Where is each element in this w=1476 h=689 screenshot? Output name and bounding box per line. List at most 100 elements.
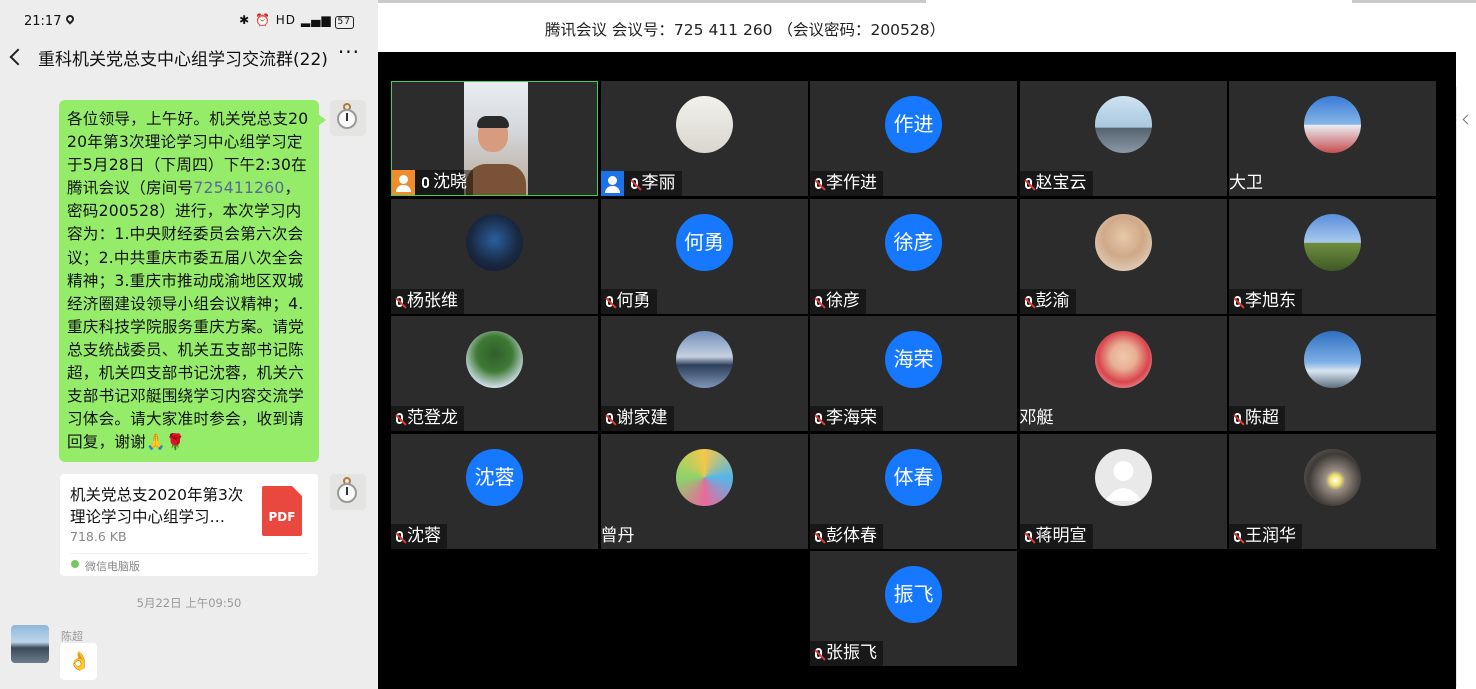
chat-title: 重科机关党总支中心组学习交流群(22) xyxy=(38,50,328,70)
participant-nametag: 何勇 xyxy=(600,288,657,314)
participant-tile[interactable]: 振飞 张振飞 xyxy=(810,551,1017,666)
mic-muted-icon xyxy=(396,530,403,542)
divider xyxy=(70,553,308,554)
mic-muted-icon xyxy=(1024,295,1032,307)
participant-nametag: 彭渝 xyxy=(1019,288,1076,314)
baby-image xyxy=(1094,331,1152,388)
participant-nametag: 李海荣 xyxy=(810,406,883,431)
mic-muted-icon xyxy=(815,295,822,307)
sunset-image xyxy=(675,331,733,388)
participant-avatar xyxy=(675,331,733,388)
participant-nametag: 李丽 xyxy=(600,171,682,196)
participant-name: 大卫 xyxy=(1229,173,1263,193)
city-image xyxy=(1094,96,1152,153)
chevron-left-icon[interactable] xyxy=(1462,114,1473,125)
participant-nametag: 王润华 xyxy=(1229,523,1302,549)
participant-tile[interactable]: 海荣 李海荣 xyxy=(810,316,1017,431)
participant-nametag: 邓艇 xyxy=(1020,406,1060,431)
participant-tile[interactable]: 何勇 何勇 xyxy=(600,198,808,314)
participant-nametag: 范登龙 xyxy=(391,406,464,431)
participant-tile[interactable]: 作进 李作进 xyxy=(810,81,1017,196)
file-message[interactable]: 机关党总支2020年第3次理论学习中心组学习… 718.6 KB PDF 微信电… xyxy=(60,474,318,576)
participant-tile[interactable]: 体春 彭体春 xyxy=(810,433,1017,549)
participant-tile[interactable]: 彭渝 xyxy=(1019,198,1227,314)
video-hair xyxy=(477,116,509,128)
participant-tile[interactable]: 赵宝云 xyxy=(1019,81,1227,196)
meeting-title: 腾讯会议 会议号：725 411 260 （会议密码：200528） xyxy=(545,21,946,39)
mic-muted-icon xyxy=(396,295,403,307)
participant-name: 徐彦 xyxy=(826,290,860,311)
message-bubble[interactable]: 各位领导，上午好。机关党总支2020年第3次理论学习中心组学习定于5月28日（下… xyxy=(59,100,326,462)
participant-tile[interactable]: 范登龙 xyxy=(391,316,598,431)
participant-tile[interactable]: 蒋明宣 xyxy=(1019,433,1227,549)
participant-name: 邓艇 xyxy=(1019,408,1054,428)
avatar[interactable] xyxy=(330,474,366,510)
participant-tile[interactable]: 杨张维 xyxy=(391,198,598,314)
participant-tile[interactable]: 李丽 xyxy=(600,81,808,196)
participant-tile[interactable]: 沈蓉 沈蓉 xyxy=(391,433,598,549)
title-bar-edge xyxy=(1352,0,1476,3)
participant-name: 沈晓 xyxy=(433,172,467,192)
mic-muted-icon xyxy=(396,413,403,424)
participant-name: 何勇 xyxy=(616,290,651,311)
participant-nametag: 沈蓉 xyxy=(391,523,447,549)
participant-tile[interactable]: 谢家建 xyxy=(600,316,808,431)
mic-muted-icon xyxy=(605,295,613,307)
person-image xyxy=(1304,96,1361,153)
participant-avatar: 体春 xyxy=(885,448,942,506)
mic-muted-icon xyxy=(815,648,822,659)
participant-avatar xyxy=(1094,448,1152,506)
mic-muted-icon xyxy=(630,178,638,189)
mic-muted-icon xyxy=(1024,178,1032,189)
portrait-image xyxy=(1094,213,1152,271)
participant-avatar xyxy=(1094,96,1152,153)
participant-tile[interactable]: 王润华 xyxy=(1229,433,1436,549)
participant-nametag: 蒋明宣 xyxy=(1019,523,1093,549)
participant-avatar: 振飞 xyxy=(885,566,942,623)
title-bar-edge xyxy=(378,0,926,3)
participant-tile[interactable]: 大卫 xyxy=(1229,81,1436,196)
room-number-link[interactable]: 725411260 xyxy=(193,179,284,197)
host-badge-icon xyxy=(600,171,624,196)
tree-image xyxy=(466,331,523,388)
mic-muted-icon xyxy=(815,413,822,424)
participant-name: 曾丹 xyxy=(600,525,635,546)
participant-nametag: 彭体春 xyxy=(810,523,883,549)
participant-avatar xyxy=(1094,213,1152,271)
mic-icon xyxy=(422,177,429,188)
avatar-hand xyxy=(346,487,348,495)
participant-avatar xyxy=(1304,331,1361,388)
mic-muted-icon xyxy=(1234,413,1241,424)
person-silhouette-icon xyxy=(1104,460,1142,501)
participant-name: 蒋明宣 xyxy=(1035,525,1087,546)
participant-tile[interactable]: 曾丹 xyxy=(600,433,808,549)
participant-nametag: 陈超 xyxy=(1229,406,1285,431)
sender-name: 陈超 xyxy=(61,630,83,643)
more-icon[interactable]: ··· xyxy=(338,40,360,64)
participant-tile[interactable]: 邓艇 xyxy=(1019,316,1227,431)
participant-tile[interactable]: 陈超 xyxy=(1229,316,1436,431)
participant-avatar xyxy=(1304,448,1361,506)
sports-image xyxy=(466,213,523,271)
participant-tile[interactable]: 徐彦 徐彦 xyxy=(810,198,1017,314)
file-name: 机关党总支2020年第3次理论学习中心组学习… xyxy=(70,486,244,526)
file-size: 718.6 KB xyxy=(70,529,127,544)
participant-name: 杨张维 xyxy=(407,290,458,311)
message-bubble[interactable]: 👌 xyxy=(60,643,97,680)
participant-name: 彭渝 xyxy=(1035,290,1070,311)
participant-nametag: 李作进 xyxy=(810,171,883,196)
participant-tile[interactable]: 李旭东 xyxy=(1229,198,1436,314)
participant-tile[interactable]: 沈晓 xyxy=(391,81,598,196)
chat-panel: 21:17 ✱ ⏰ HD ▂▄▆ 57 重科机关党总支中心组学习交流群(22) ·… xyxy=(0,0,378,689)
avatar[interactable] xyxy=(330,100,366,136)
file-source: 微信电脑版 xyxy=(85,560,140,573)
participant-name: 李作进 xyxy=(826,173,877,193)
back-icon[interactable] xyxy=(9,48,27,66)
participant-name: 王润华 xyxy=(1245,525,1296,546)
side-panel xyxy=(1456,52,1476,689)
avatar[interactable] xyxy=(11,625,49,663)
participant-nametag: 张振飞 xyxy=(810,641,883,666)
participant-avatar xyxy=(1304,213,1361,271)
clock-image xyxy=(675,96,733,153)
participant-avatar xyxy=(466,331,523,388)
